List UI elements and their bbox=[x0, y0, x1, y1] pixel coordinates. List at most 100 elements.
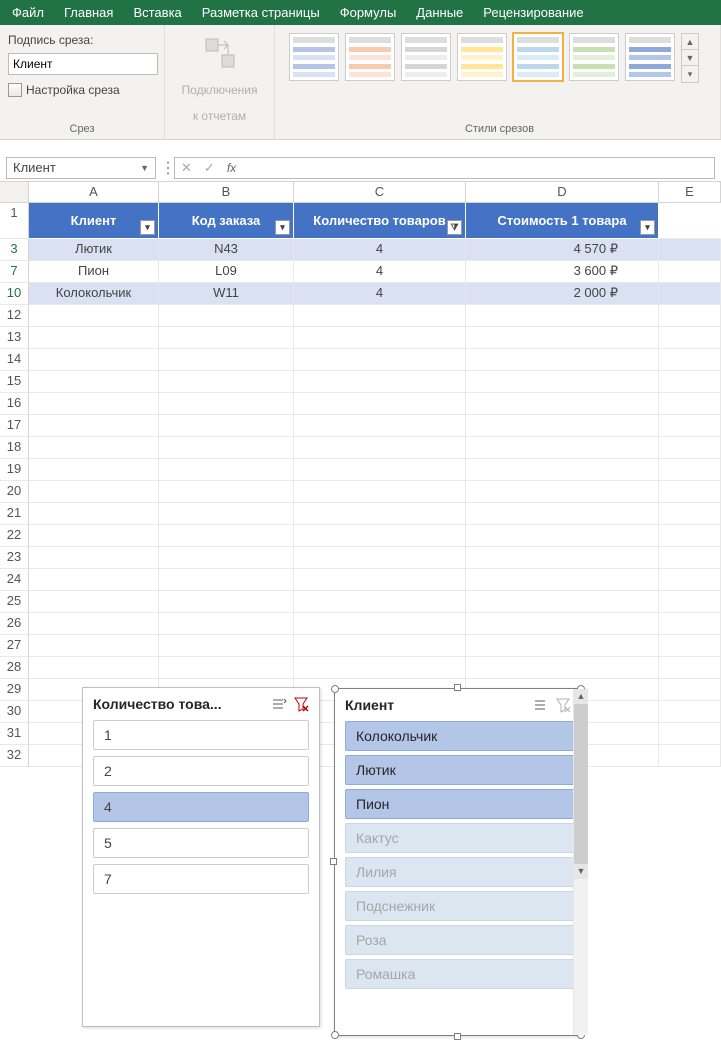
resize-handle[interactable] bbox=[331, 685, 339, 693]
slicer-item[interactable]: 7 bbox=[93, 864, 309, 894]
scroll-up-icon[interactable]: ▲ bbox=[574, 689, 588, 704]
slicer-style-6[interactable] bbox=[569, 33, 619, 81]
cell[interactable]: 4 570 ₽ bbox=[466, 239, 659, 261]
slicer-item[interactable]: Лютик bbox=[345, 755, 577, 785]
cell[interactable] bbox=[159, 569, 294, 591]
cell[interactable] bbox=[29, 657, 159, 679]
cell[interactable]: N43 bbox=[159, 239, 294, 261]
row-header[interactable]: 24 bbox=[0, 569, 29, 591]
cell[interactable] bbox=[659, 349, 721, 371]
cell[interactable] bbox=[659, 415, 721, 437]
filter-icon[interactable]: ▾ bbox=[275, 220, 290, 235]
cell[interactable] bbox=[159, 393, 294, 415]
cell[interactable] bbox=[29, 635, 159, 657]
slicer-scrollbar[interactable]: ▲ ▼ bbox=[573, 689, 588, 1035]
cell[interactable] bbox=[466, 547, 659, 569]
cell[interactable] bbox=[466, 371, 659, 393]
cell[interactable] bbox=[294, 327, 466, 349]
cell[interactable] bbox=[29, 371, 159, 393]
cell[interactable] bbox=[466, 503, 659, 525]
row-header[interactable]: 10 bbox=[0, 283, 29, 305]
name-box[interactable]: Клиент ▼ bbox=[6, 157, 156, 179]
cell[interactable] bbox=[294, 415, 466, 437]
cell[interactable] bbox=[294, 657, 466, 679]
cell[interactable] bbox=[466, 393, 659, 415]
cell[interactable] bbox=[159, 635, 294, 657]
row-header[interactable]: 14 bbox=[0, 349, 29, 371]
tab-home[interactable]: Главная bbox=[54, 1, 123, 24]
row-header[interactable]: 21 bbox=[0, 503, 29, 525]
cell[interactable]: 4 bbox=[294, 261, 466, 283]
clear-filter-icon[interactable] bbox=[293, 696, 309, 712]
resize-handle[interactable] bbox=[454, 684, 461, 691]
scroll-down-icon[interactable]: ▼ bbox=[682, 50, 698, 66]
cell[interactable] bbox=[29, 415, 159, 437]
cell[interactable] bbox=[29, 525, 159, 547]
slicer-style-3[interactable] bbox=[401, 33, 451, 81]
cell[interactable] bbox=[294, 591, 466, 613]
row-header[interactable]: 13 bbox=[0, 327, 29, 349]
multiselect-icon[interactable] bbox=[533, 697, 549, 713]
cell[interactable] bbox=[466, 635, 659, 657]
row-header[interactable]: 19 bbox=[0, 459, 29, 481]
slicer-caption-input[interactable] bbox=[8, 53, 158, 75]
slicer-item[interactable]: Роза bbox=[345, 925, 577, 955]
cell[interactable] bbox=[466, 459, 659, 481]
tab-insert[interactable]: Вставка bbox=[123, 1, 191, 24]
cell[interactable] bbox=[159, 371, 294, 393]
cell[interactable] bbox=[659, 745, 721, 767]
row-header[interactable]: 27 bbox=[0, 635, 29, 657]
cell[interactable] bbox=[159, 415, 294, 437]
formula-input-area[interactable]: ✕ ✓ fx bbox=[174, 157, 715, 179]
cell[interactable] bbox=[159, 305, 294, 327]
cell[interactable] bbox=[29, 327, 159, 349]
cell[interactable] bbox=[466, 349, 659, 371]
col-header-A[interactable]: A bbox=[29, 182, 159, 203]
slicer-item[interactable]: Колокольчик bbox=[345, 721, 577, 751]
row-header[interactable]: 17 bbox=[0, 415, 29, 437]
cell[interactable] bbox=[466, 305, 659, 327]
cell[interactable] bbox=[659, 547, 721, 569]
row-header[interactable]: 29 bbox=[0, 679, 29, 701]
cell[interactable] bbox=[159, 459, 294, 481]
cell[interactable] bbox=[294, 547, 466, 569]
slicer-settings-button[interactable]: Настройка среза bbox=[8, 83, 158, 97]
slicer-style-4[interactable] bbox=[457, 33, 507, 81]
row-header[interactable]: 18 bbox=[0, 437, 29, 459]
cell[interactable] bbox=[659, 437, 721, 459]
cell[interactable] bbox=[659, 701, 721, 723]
cell[interactable] bbox=[294, 305, 466, 327]
row-header[interactable]: 20 bbox=[0, 481, 29, 503]
cell[interactable] bbox=[29, 459, 159, 481]
cell[interactable] bbox=[159, 591, 294, 613]
row-header[interactable]: 28 bbox=[0, 657, 29, 679]
slicer-item[interactable]: Пион bbox=[345, 789, 577, 819]
multiselect-icon[interactable] bbox=[271, 696, 287, 712]
cell[interactable]: Колокольчик bbox=[29, 283, 159, 305]
slicer-client[interactable]: Клиент КолокольчикЛютикПионКактусЛилияПо… bbox=[334, 688, 582, 1036]
clear-filter-icon[interactable] bbox=[555, 697, 571, 713]
tab-file[interactable]: Файл bbox=[2, 1, 54, 24]
slicer-style-1[interactable] bbox=[289, 33, 339, 81]
row-header[interactable]: 12 bbox=[0, 305, 29, 327]
cell[interactable] bbox=[659, 283, 721, 305]
cell[interactable] bbox=[159, 481, 294, 503]
cell[interactable] bbox=[659, 459, 721, 481]
scroll-more-icon[interactable]: ▾ bbox=[682, 66, 698, 82]
cell[interactable] bbox=[294, 393, 466, 415]
cell[interactable] bbox=[659, 305, 721, 327]
row-header[interactable]: 31 bbox=[0, 723, 29, 745]
cell[interactable] bbox=[159, 503, 294, 525]
scroll-down-icon[interactable]: ▼ bbox=[574, 864, 588, 879]
slicer-style-5[interactable] bbox=[513, 33, 563, 81]
cell[interactable] bbox=[466, 437, 659, 459]
cell[interactable] bbox=[659, 613, 721, 635]
tab-data[interactable]: Данные bbox=[406, 1, 473, 24]
th-client[interactable]: Клиент▾ bbox=[29, 203, 159, 239]
cell[interactable] bbox=[159, 437, 294, 459]
cell[interactable] bbox=[466, 591, 659, 613]
slicer-item[interactable]: Лилия bbox=[345, 857, 577, 887]
cell[interactable] bbox=[294, 503, 466, 525]
tab-formulas[interactable]: Формулы bbox=[330, 1, 407, 24]
cell[interactable] bbox=[659, 591, 721, 613]
